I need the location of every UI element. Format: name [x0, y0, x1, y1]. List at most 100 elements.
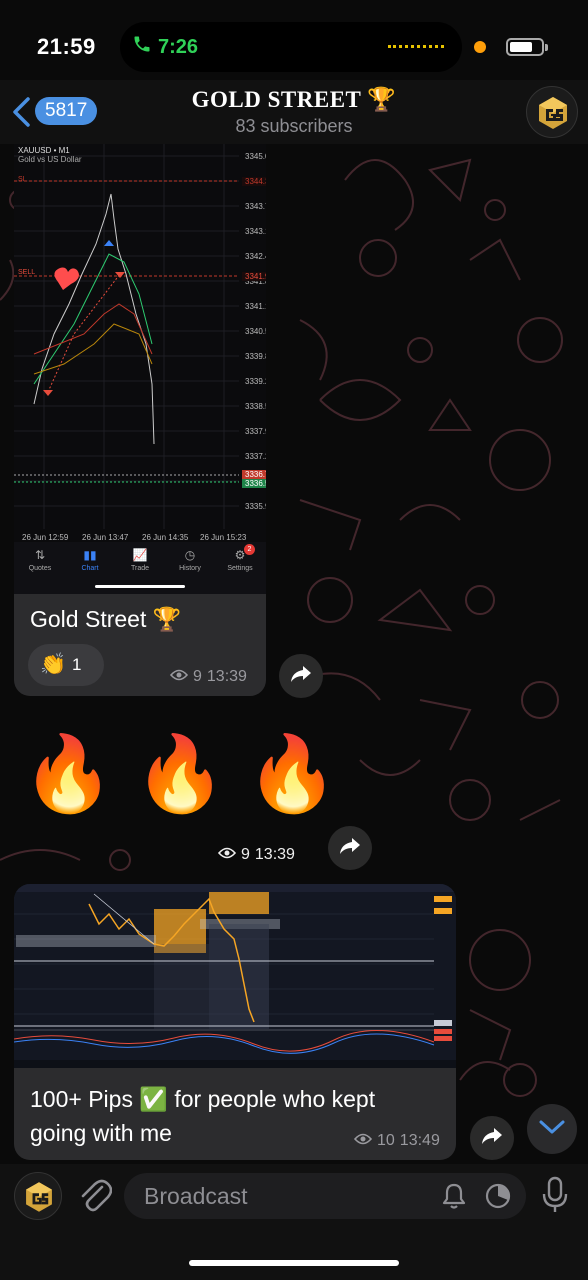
price-axis-label: 3340.50 [245, 327, 266, 336]
mt5-symbol: XAUUSD • M1 [18, 146, 70, 155]
views-eye-icon [353, 1132, 373, 1150]
fire-message-meta: 9 13:39 [217, 846, 295, 864]
time-axis-label: 26 Jun 12:59 [22, 533, 69, 542]
share-button[interactable] [328, 826, 372, 870]
message-caption-line1: 100+ Pips ✅ for people who kept [30, 1086, 376, 1112]
share-arrow-icon [290, 665, 312, 688]
fire-emoji-1: 🔥 [22, 732, 115, 815]
battery-icon [506, 38, 544, 56]
message-time: 13:39 [254, 846, 295, 863]
price-axis-label: 3343.10 [245, 227, 266, 236]
active-call-indicator[interactable]: 7:26 [132, 34, 198, 60]
mt5-chart [14, 144, 266, 542]
tradingview-screenshot[interactable] [14, 884, 456, 1068]
mt5-home-indicator [95, 585, 185, 588]
message-time: 13:39 [206, 668, 247, 685]
channel-avatar[interactable] [526, 86, 578, 138]
ask-price-tag: 3336.57 [242, 479, 266, 488]
message-bubble-mt5[interactable]: XAUUSD • M1 Gold vs US Dollar SL SELL 33… [14, 144, 266, 696]
chart-icon: ▮▮ [83, 548, 97, 562]
share-arrow-icon [339, 837, 361, 860]
gold-street-logo-icon [539, 97, 567, 129]
view-count: 10 [377, 1132, 395, 1149]
nav-trade[interactable]: 📈 Trade [115, 548, 165, 572]
tradingview-chart [14, 884, 456, 1068]
battery-level [510, 42, 532, 52]
chevron-down-icon [538, 1119, 566, 1140]
views-eye-icon [217, 846, 237, 864]
message-caption-line2: going with me [30, 1120, 172, 1146]
reaction-clap[interactable]: 👏 1 [28, 644, 104, 686]
call-duration: 7:26 [158, 35, 199, 58]
share-button[interactable] [470, 1116, 514, 1160]
time-axis-label: 26 Jun 13:47 [82, 533, 129, 542]
time-axis-label: 26 Jun 14:35 [142, 533, 189, 542]
price-axis-label: 3337.25 [245, 452, 266, 461]
message-time: 13:49 [399, 1132, 440, 1149]
home-indicator [189, 1260, 399, 1266]
gold-street-logo-icon [26, 1182, 52, 1212]
phone-icon [132, 34, 152, 60]
price-axis-label: 3341.15 [245, 302, 266, 311]
sell-price-tag: 3341.90 [242, 272, 266, 281]
scroll-to-bottom-button[interactable] [527, 1104, 577, 1154]
share-arrow-icon [481, 1127, 503, 1150]
schedule-timer-icon[interactable] [484, 1182, 512, 1215]
price-axis-label: 3339.85 [245, 352, 266, 361]
message-meta: 9 13:39 [169, 668, 247, 686]
nav-chart[interactable]: ▮▮ Chart [65, 548, 115, 572]
status-time: 21:59 [37, 34, 96, 59]
reaction-count: 1 [72, 655, 82, 674]
price-axis-label: 3342.45 [245, 252, 266, 261]
price-axis-label: 3335.95 [245, 502, 266, 511]
audio-dots [388, 45, 444, 48]
broadcast-input[interactable] [144, 1173, 434, 1219]
send-as-avatar[interactable] [14, 1172, 62, 1220]
fire-emoji-2: 🔥 [134, 732, 227, 815]
nav-settings-label: Settings [227, 565, 253, 572]
mt5-screenshot[interactable]: XAUUSD • M1 Gold vs US Dollar SL SELL 33… [14, 144, 266, 594]
clap-emoji: 👏 [40, 653, 67, 676]
nav-quotes[interactable]: ⇅ Quotes [15, 548, 65, 572]
history-icon: ◷ [184, 548, 196, 562]
nav-trade-label: Trade [130, 565, 150, 572]
nav-history[interactable]: ◷ History [165, 548, 215, 572]
fire-emoji-message[interactable]: 🔥 🔥 🔥 [22, 724, 338, 824]
sl-label: SL [18, 176, 27, 183]
attach-paperclip-icon[interactable] [78, 1178, 113, 1219]
trade-icon: 📈 [132, 548, 148, 562]
price-axis-label: 3338.55 [245, 402, 266, 411]
message-input-container[interactable] [124, 1173, 526, 1219]
status-bar: 21:59 7:26 [0, 0, 588, 92]
sl-price-tag: 3344.32 [242, 177, 266, 186]
mt5-description: Gold vs US Dollar [18, 155, 82, 164]
settings-badge: 2 [244, 544, 255, 555]
fire-emoji-3: 🔥 [246, 732, 339, 815]
price-axis-label: 3343.75 [245, 202, 266, 211]
nav-history-label: History [179, 565, 201, 572]
message-caption: Gold Street 🏆 [30, 606, 182, 632]
bell-icon[interactable] [440, 1182, 468, 1215]
message-meta: 10 13:49 [353, 1132, 440, 1150]
view-count: 9 [193, 668, 202, 685]
composer-bar [0, 1164, 588, 1280]
bid-price-tag: 3336.76 [242, 470, 266, 479]
mic-indicator-dot [474, 41, 486, 53]
views-eye-icon [169, 668, 189, 686]
price-axis-label: 3339.20 [245, 377, 266, 386]
message-bubble-tradingview[interactable]: 100+ Pips ✅ for people who kept going wi… [14, 884, 456, 1160]
nav-chart-label: Chart [81, 565, 99, 572]
nav-settings[interactable]: ⚙ Settings [215, 548, 265, 572]
microphone-icon[interactable] [540, 1176, 570, 1219]
subscriber-count: 83 subscribers [235, 116, 353, 136]
price-axis-label: 3345.05 [245, 152, 266, 161]
settings-icon: ⚙ [234, 548, 246, 562]
price-axis-label: 3337.90 [245, 427, 266, 436]
sell-label: SELL [18, 269, 36, 276]
time-axis-label: 26 Jun 15:23 [200, 533, 247, 542]
view-count: 9 [241, 846, 250, 863]
share-button[interactable] [279, 654, 323, 698]
nav-quotes-label: Quotes [28, 565, 52, 572]
quotes-icon: ⇅ [34, 548, 46, 562]
battery-tip [545, 44, 548, 51]
